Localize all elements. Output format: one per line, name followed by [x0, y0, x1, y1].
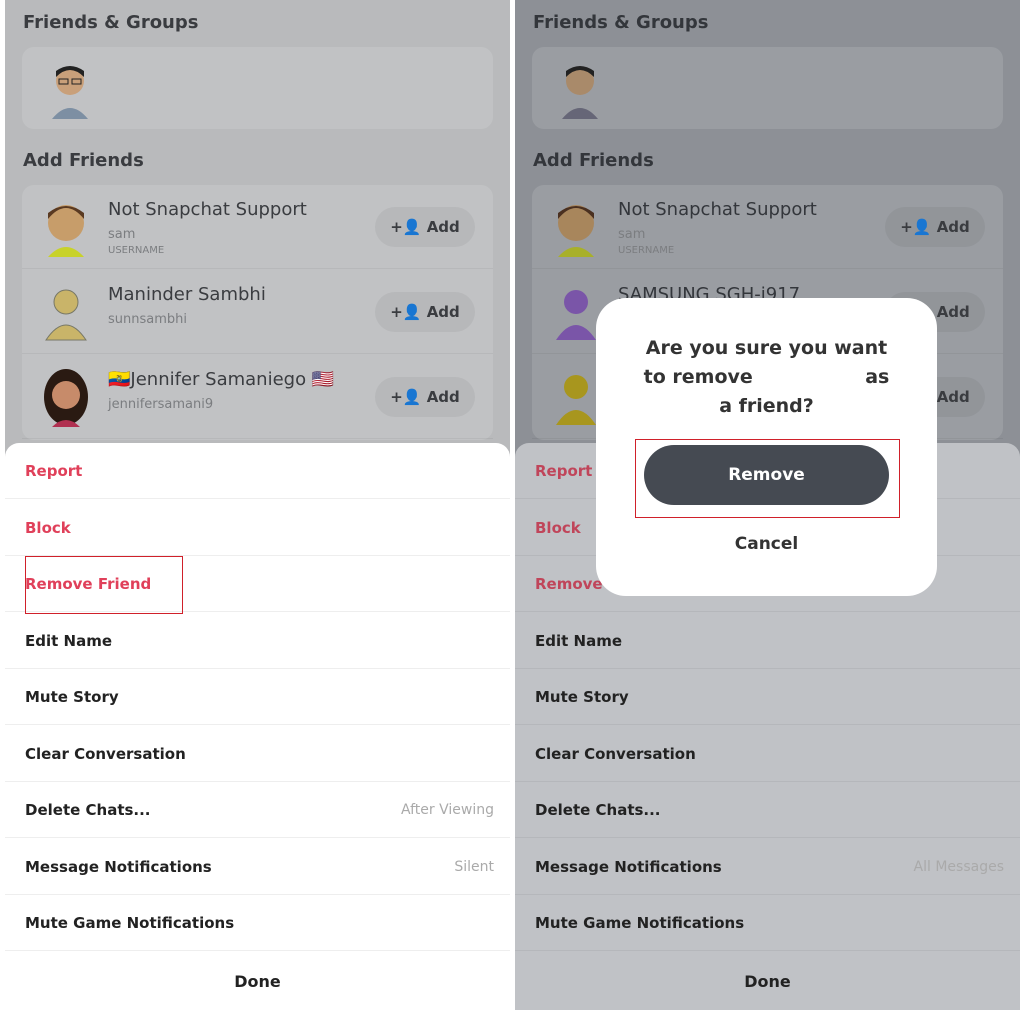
menu-item-block[interactable]: Block — [5, 500, 510, 556]
highlight-box — [635, 439, 900, 518]
list-item: 🇪🇨Jennifer Samaniego 🇺🇸 jennifersamani9 … — [22, 355, 493, 439]
done-button[interactable]: Done — [5, 954, 510, 1010]
menu-item-value: After Viewing — [401, 802, 494, 818]
friend-username: jennifersamani9 — [108, 397, 214, 412]
friend-username: sunnsambhi — [108, 312, 187, 327]
list-item: Not Snapchat Support sam USERNAME +👤 Add — [22, 185, 493, 269]
highlight-box — [25, 556, 183, 614]
list-item: Maninder Sambhi sunnsambhi +👤 Add — [22, 270, 493, 354]
add-button[interactable]: +👤 Add — [375, 377, 475, 417]
friend-name: Not Snapchat Support — [618, 199, 817, 220]
username-label: USERNAME — [108, 245, 165, 256]
friends-groups-header: Friends & Groups — [23, 12, 199, 33]
menu-item-edit-name[interactable]: Edit Name — [515, 613, 1020, 669]
menu-item-label: Message Notifications — [535, 857, 722, 876]
add-button[interactable]: +👤 Add — [375, 207, 475, 247]
left-screen: Friends & Groups Add Friends Not Snapcha… — [5, 0, 510, 1010]
menu-item-label: Clear Conversation — [535, 744, 696, 763]
silhouette-avatar — [556, 290, 596, 340]
add-friends-list: Not Snapchat Support sam USERNAME +👤 Add… — [22, 185, 493, 440]
add-friend-icon: +👤 — [900, 218, 937, 236]
friend-username: sam — [618, 227, 646, 242]
add-friends-header: Add Friends — [23, 150, 144, 171]
menu-item-value: Silent — [454, 858, 494, 875]
menu-item-label: Mute Story — [535, 688, 629, 706]
list-item: Not Snapchat Support sam USERNAME +👤 Add — [532, 185, 1003, 269]
menu-item-value: All Messages — [913, 858, 1004, 875]
menu-item-message-notifications[interactable]: Message Notifications All Messages — [515, 839, 1020, 895]
menu-item-label: Report — [25, 462, 83, 480]
menu-item-label: Edit Name — [535, 631, 622, 650]
friends-groups-card — [22, 47, 493, 129]
right-screen: Friends & Groups Add Friends Not Snapcha… — [515, 0, 1020, 1010]
bitmoji-avatar — [558, 205, 594, 257]
friends-groups-card — [532, 47, 1003, 129]
add-friend-icon: +👤 — [390, 218, 427, 236]
menu-item-mute-game-notifications[interactable]: Mute Game Notifications — [5, 895, 510, 951]
menu-item-label: Block — [535, 518, 581, 537]
menu-item-message-notifications[interactable]: Message Notifications Silent — [5, 839, 510, 895]
friend-name: 🇪🇨Jennifer Samaniego 🇺🇸 — [108, 369, 335, 390]
menu-item-edit-name[interactable]: Edit Name — [5, 613, 510, 669]
dialog-question: Are you sure you want to remove as a fri… — [643, 337, 896, 417]
bitmoji-avatar — [48, 205, 84, 257]
menu-item-mute-game-notifications[interactable]: Mute Game Notifications — [515, 895, 1020, 951]
menu-item-report[interactable]: Report — [5, 443, 510, 499]
username-label: USERNAME — [618, 245, 675, 256]
menu-item-label: Delete Chats... — [535, 801, 661, 819]
menu-item-mute-story[interactable]: Mute Story — [5, 669, 510, 725]
add-button[interactable]: +👤 Add — [885, 207, 985, 247]
add-button[interactable]: +👤 Add — [375, 292, 475, 332]
bitmoji-avatar — [52, 66, 88, 119]
menu-item-delete-chats[interactable]: Delete Chats... After Viewing — [5, 782, 510, 838]
menu-item-label: Delete Chats... — [25, 801, 151, 819]
action-sheet: Done Report Block Remove Friend Edit Name Mu… — [5, 443, 510, 1010]
bitmoji-avatar — [562, 66, 598, 119]
menu-item-clear-conversation[interactable]: Clear Conversation — [5, 726, 510, 782]
menu-item-label: Message Notifications — [25, 857, 212, 876]
silhouette-avatar — [556, 375, 596, 425]
add-friend-icon: +👤 — [390, 388, 427, 406]
friends-groups-header: Friends & Groups — [533, 12, 709, 33]
menu-item-delete-chats[interactable]: Delete Chats... — [515, 782, 1020, 838]
friend-name: Maninder Sambhi — [108, 284, 266, 305]
cancel-button[interactable]: Cancel — [596, 534, 937, 554]
menu-item-label: Mute Story — [25, 688, 119, 706]
menu-item-label: Block — [25, 518, 71, 537]
done-button[interactable]: Done — [515, 954, 1020, 1010]
friend-name: Not Snapchat Support — [108, 199, 307, 220]
menu-item-clear-conversation[interactable]: Clear Conversation — [515, 726, 1020, 782]
menu-item-label: Remove — [535, 575, 603, 593]
menu-item-label: Report — [535, 462, 593, 480]
friend-username: sam — [108, 227, 136, 242]
menu-item-mute-story[interactable]: Mute Story — [515, 669, 1020, 725]
menu-item-label: Mute Game Notifications — [25, 914, 235, 932]
add-friends-header: Add Friends — [533, 150, 654, 171]
menu-item-label: Clear Conversation — [25, 744, 186, 763]
menu-item-label: Edit Name — [25, 631, 112, 650]
add-friend-icon: +👤 — [390, 303, 427, 321]
bitmoji-avatar — [44, 369, 88, 427]
menu-item-label: Mute Game Notifications — [535, 914, 745, 932]
silhouette-avatar — [45, 289, 87, 341]
